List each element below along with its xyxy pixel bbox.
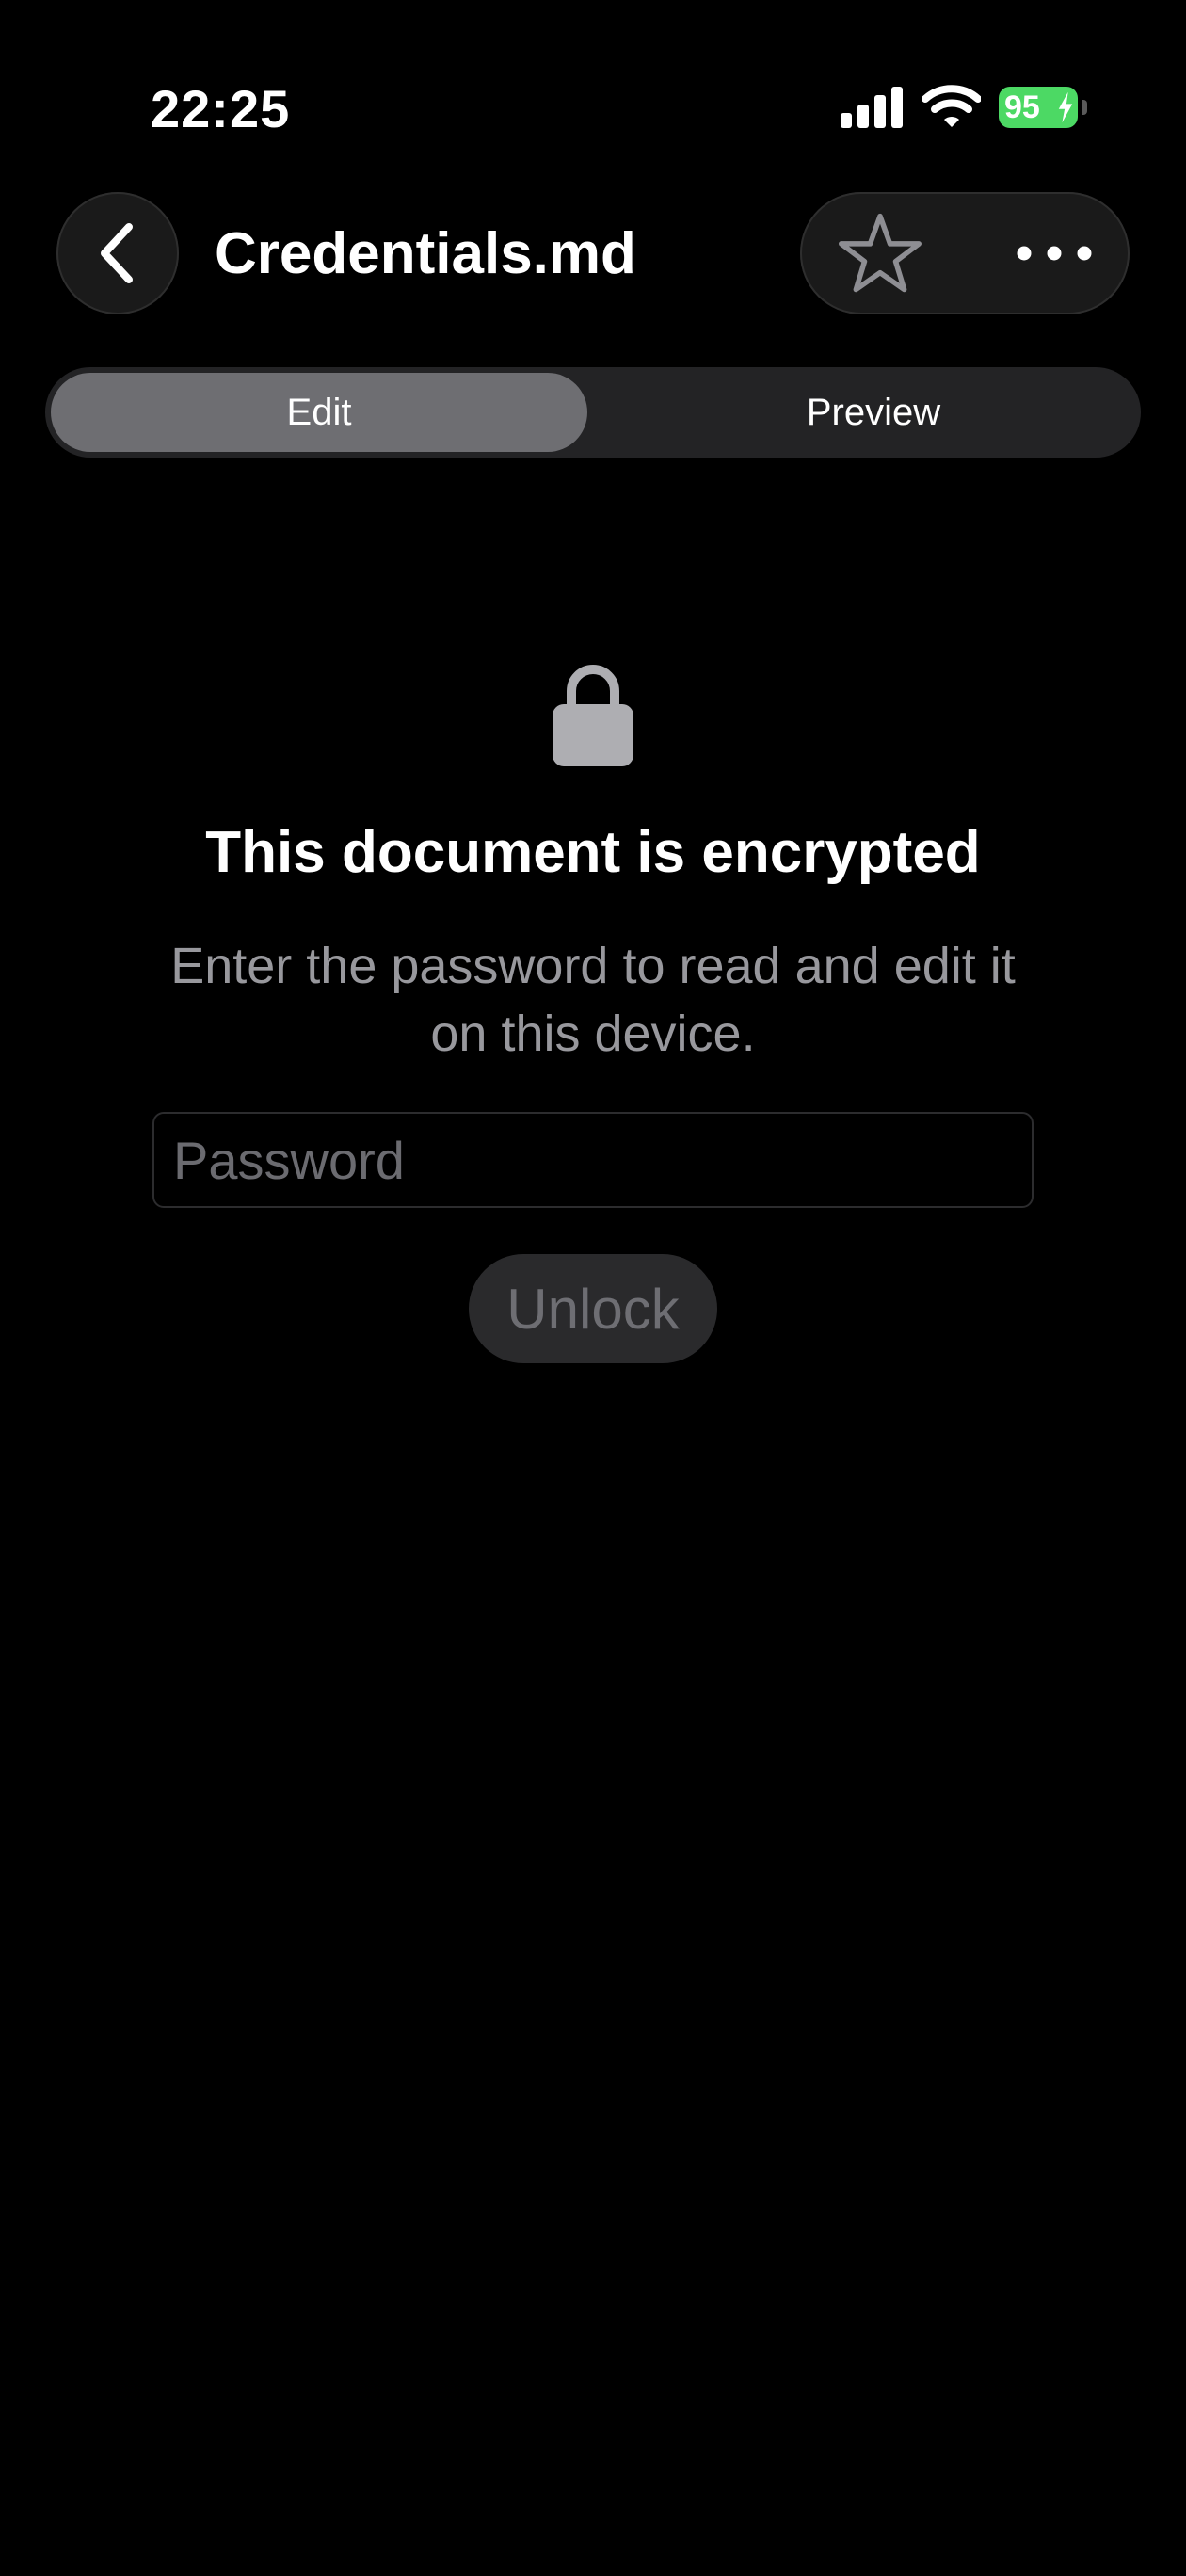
signal-icon: [841, 87, 903, 128]
battery-level: 95: [999, 87, 1078, 128]
ellipsis-icon: [1017, 246, 1092, 261]
password-input[interactable]: [152, 1112, 1034, 1208]
more-button[interactable]: [998, 206, 1111, 300]
favorite-button[interactable]: [828, 206, 932, 300]
wifi-icon: [922, 85, 981, 127]
battery-tip: [1082, 100, 1087, 115]
back-button[interactable]: [56, 192, 179, 314]
battery-percent: 95: [1004, 89, 1040, 125]
header-actions: [800, 192, 1130, 314]
lock-icon: [553, 665, 633, 766]
battery-icon: 95: [999, 87, 1087, 128]
chevron-left-icon: [101, 223, 133, 283]
star-outline-icon: [839, 213, 922, 293]
segment-edit[interactable]: Edit: [51, 373, 587, 452]
status-time: 22:25: [151, 79, 291, 138]
charging-bolt-icon: [1058, 91, 1073, 123]
encrypted-subtitle: Enter the password to read and edit it o…: [170, 938, 1016, 1062]
mode-segmented-control: Edit Preview: [45, 367, 1141, 458]
status-bar: 22:25 95: [0, 0, 1186, 169]
segment-preview[interactable]: Preview: [638, 373, 1109, 452]
encrypted-title: This document is encrypted: [205, 820, 981, 885]
unlock-button[interactable]: Unlock: [469, 1254, 717, 1363]
document-title: Credentials.md: [215, 221, 636, 286]
